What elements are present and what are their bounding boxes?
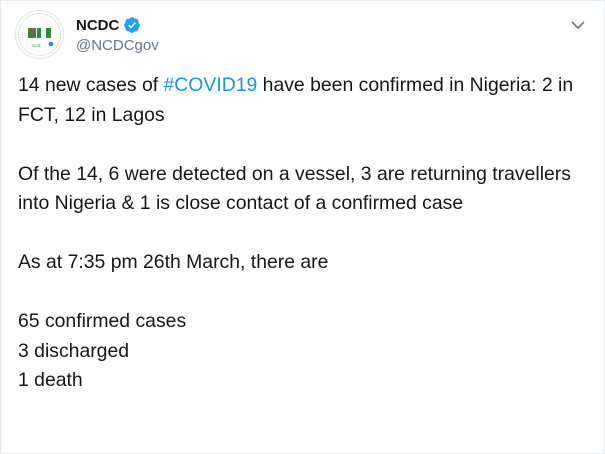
tweet-text: 14 new cases of #COVID19 have been confi… bbox=[18, 71, 590, 396]
user-handle[interactable]: @NCDCgov bbox=[76, 37, 159, 54]
tweet-stats: 65 confirmed cases 3 discharged 1 death bbox=[18, 307, 590, 396]
tweet-paragraph-2: Of the 14, 6 were detected on a vessel, … bbox=[18, 162, 571, 215]
author-name-row: NCDC bbox=[76, 14, 141, 36]
hashtag-link[interactable]: #COVID19 bbox=[164, 74, 258, 96]
stat-confirmed: 65 confirmed cases bbox=[18, 310, 187, 332]
avatar[interactable]: ncdc bbox=[15, 10, 64, 59]
stat-deaths: 1 death bbox=[18, 369, 83, 391]
ncdc-logo-icon: ncdc bbox=[18, 13, 61, 56]
tweet-paragraph-1: 14 new cases of #COVID19 have been confi… bbox=[18, 71, 590, 130]
tweet-text-segment: 14 new cases of bbox=[18, 74, 164, 96]
stat-discharged: 3 discharged bbox=[18, 339, 130, 362]
chevron-down-icon[interactable] bbox=[570, 17, 586, 33]
svg-text:ncdc: ncdc bbox=[32, 43, 41, 48]
tweet-paragraph-3: As at 7:35 pm 26th March, there are bbox=[18, 251, 329, 273]
tweet-card: ncdc NCDC @NCDCgov 14 new cases of #COVI… bbox=[0, 0, 605, 454]
verified-badge-icon bbox=[124, 17, 141, 33]
display-name[interactable]: NCDC bbox=[76, 17, 119, 34]
